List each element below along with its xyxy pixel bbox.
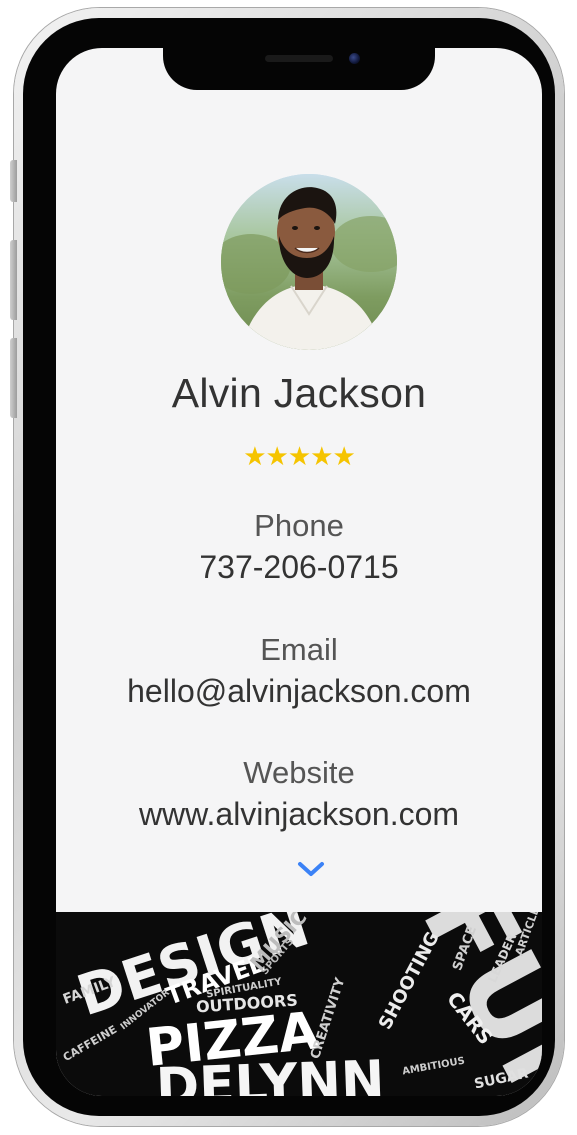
profile-name: Alvin Jackson [171,370,427,416]
avatar-photo [221,174,397,350]
website-label: Website [243,755,355,790]
banner-word: CAFFEINE [60,1022,120,1065]
speaker [265,55,333,62]
avatar [221,174,397,350]
website-link[interactable]: www.alvinjackson.com [56,796,542,833]
notch [163,40,435,90]
front-camera [349,53,360,64]
word-cloud-banner: DESIGN FUN PIZZA TRAVEL OUTDOORS MUSIC S… [56,912,542,1096]
chevron-down-icon[interactable] [296,858,326,880]
side-button [10,160,17,202]
email-label: Email [260,632,338,667]
banner-word: AMBITIOUS [401,1055,466,1078]
volume-down-button [10,338,17,418]
email-link[interactable]: hello@alvinjackson.com [56,673,542,710]
volume-up-button [10,240,17,320]
star-rating: ★★★★★ [243,441,356,471]
phone-link[interactable]: 737-206-0715 [56,549,542,586]
phone-label: Phone [254,508,344,543]
banner-word: DELYNN [155,1050,386,1096]
